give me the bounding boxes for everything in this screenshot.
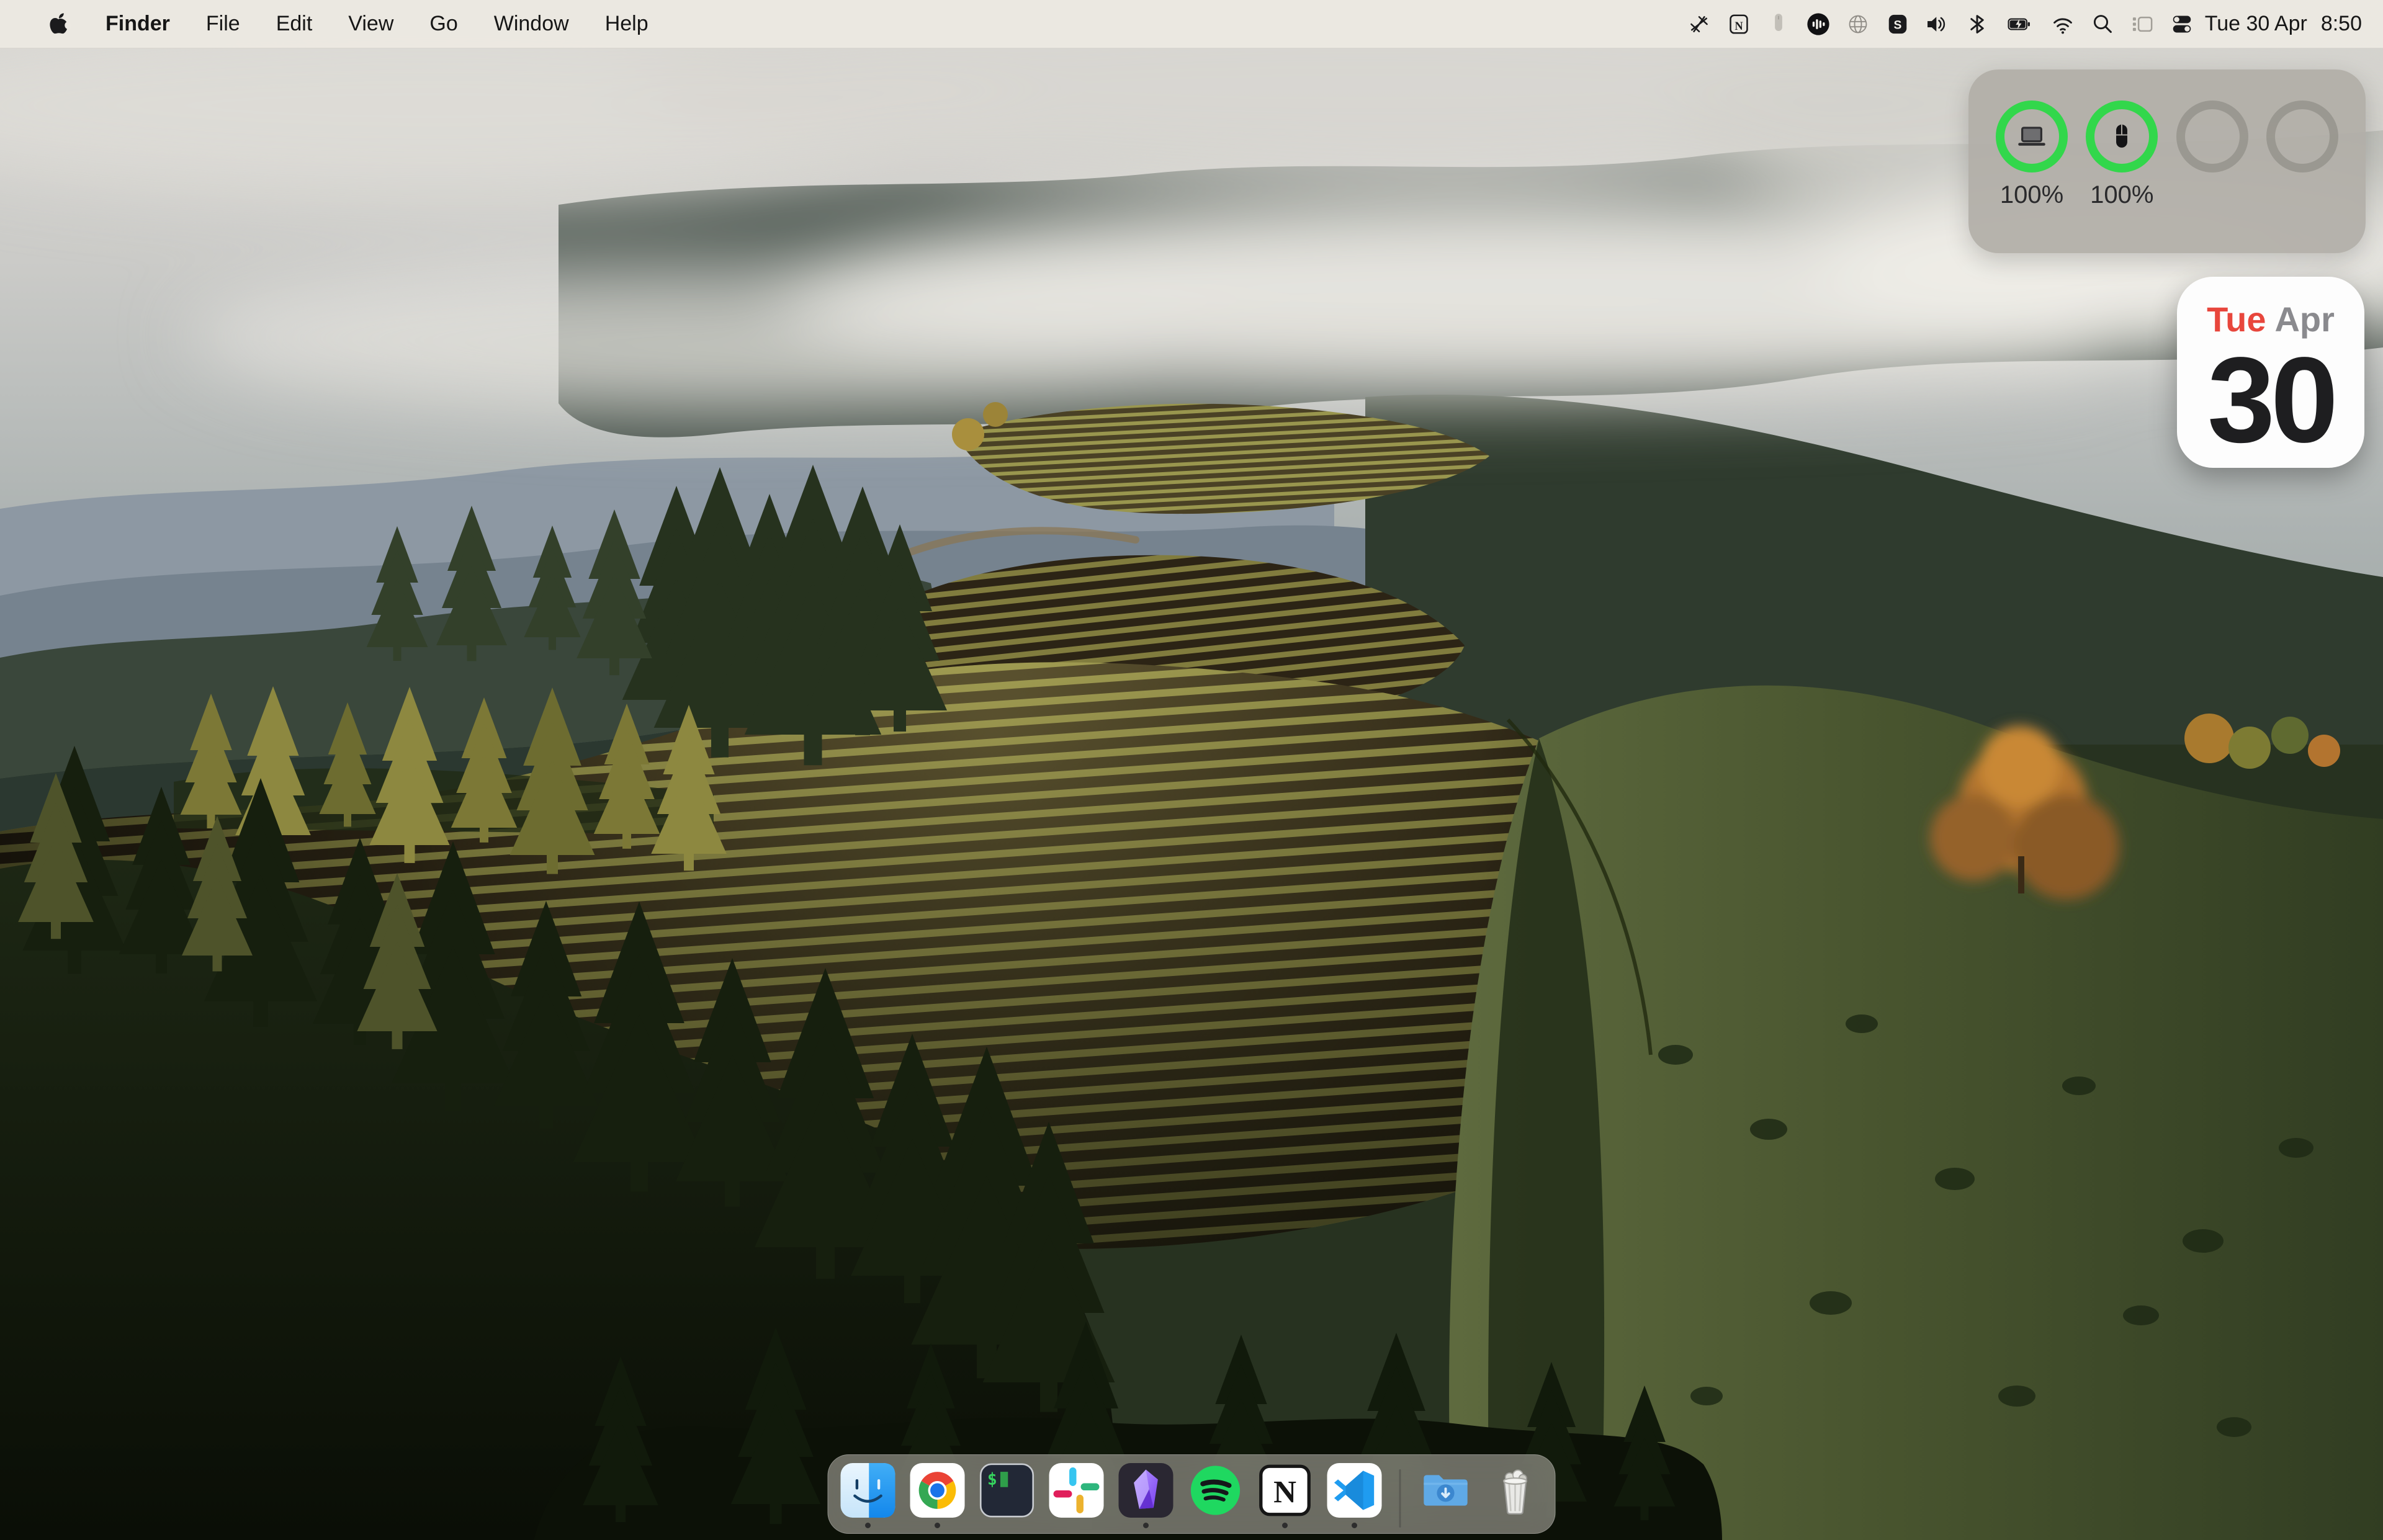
volume-icon[interactable] — [1924, 11, 1950, 37]
calendar-widget[interactable]: TueApr 30 — [2177, 277, 2364, 468]
battery-widget[interactable]: 100% 100% — [1968, 69, 2366, 253]
vscode-icon — [1327, 1463, 1382, 1518]
dock-obsidian[interactable] — [1119, 1463, 1174, 1518]
running-indicator — [1143, 1523, 1149, 1528]
clock-date: Tue 30 Apr — [2205, 12, 2307, 36]
dock-finder[interactable] — [841, 1463, 895, 1518]
svg-text:S: S — [1893, 19, 1901, 32]
battery-slot-empty-1 — [2173, 101, 2252, 253]
control-center-icon[interactable] — [2169, 11, 2195, 37]
menu-edit[interactable]: Edit — [276, 12, 313, 36]
battery-ring-laptop — [1996, 101, 2068, 172]
battery-ring-empty — [2176, 101, 2248, 172]
menu-finder[interactable]: Finder — [105, 12, 170, 36]
slack-icon — [1049, 1463, 1104, 1518]
battery-slot-empty-2 — [2263, 101, 2342, 253]
terminal-icon: $ — [980, 1463, 1034, 1518]
dock-slack[interactable] — [1049, 1463, 1104, 1518]
wifi-icon[interactable] — [2050, 11, 2076, 37]
svg-text:N: N — [1273, 1475, 1296, 1510]
app-menus: Finder File Edit View Go Window Help — [105, 12, 648, 36]
dock-terminal[interactable]: $ — [980, 1463, 1034, 1518]
svg-text:N: N — [1735, 19, 1743, 32]
dock-notion[interactable]: N — [1258, 1463, 1313, 1518]
dock-chrome[interactable] — [910, 1463, 965, 1518]
notion-status-icon[interactable]: N — [1726, 11, 1752, 37]
dock: $ — [828, 1454, 1556, 1534]
calendar-day: 30 — [2177, 339, 2364, 461]
menu-view[interactable]: View — [348, 12, 393, 36]
running-indicator — [935, 1523, 940, 1528]
audio-waveform-icon[interactable] — [1805, 11, 1831, 37]
battery-icon[interactable] — [2004, 11, 2036, 37]
mouse-battery-icon[interactable] — [1766, 11, 1792, 37]
menu-go[interactable]: Go — [429, 12, 457, 36]
dock-trash[interactable] — [1488, 1463, 1543, 1518]
battery-percent-mouse: 100% — [2090, 181, 2153, 209]
obsidian-icon — [1119, 1463, 1174, 1518]
sketch-app-icon[interactable] — [1686, 11, 1712, 37]
finder-icon — [841, 1463, 895, 1518]
svg-text:$: $ — [987, 1470, 997, 1489]
battery-slot-laptop: 100% — [1992, 101, 2071, 253]
menu-window[interactable]: Window — [494, 12, 569, 36]
globe-icon[interactable] — [1845, 11, 1871, 37]
s-app-icon[interactable]: S — [1885, 11, 1911, 37]
dock-downloads[interactable] — [1419, 1463, 1473, 1518]
laptop-icon — [2012, 117, 2052, 156]
battery-percent-laptop: 100% — [2000, 181, 2063, 209]
menu-clock[interactable]: Tue 30 Apr 8:50 — [2205, 12, 2362, 36]
mouse-icon — [2102, 117, 2142, 156]
clock-time: 8:50 — [2321, 12, 2362, 36]
stage-manager-icon[interactable] — [2129, 11, 2155, 37]
battery-slot-mouse: 100% — [2082, 101, 2161, 253]
chrome-icon — [910, 1463, 965, 1518]
spotlight-icon[interactable] — [2089, 11, 2116, 37]
menu-help[interactable]: Help — [605, 12, 648, 36]
trash-full-icon — [1488, 1463, 1543, 1518]
battery-ring-empty — [2266, 101, 2338, 172]
downloads-folder-icon — [1419, 1463, 1473, 1518]
running-indicator — [1352, 1523, 1357, 1528]
spotify-icon — [1188, 1463, 1243, 1518]
bluetooth-icon[interactable] — [1964, 11, 1990, 37]
dock-divider — [1399, 1469, 1401, 1528]
running-indicator — [865, 1523, 871, 1528]
menu-bar: Finder File Edit View Go Window Help N — [0, 0, 2383, 48]
dock-vscode[interactable] — [1327, 1463, 1382, 1518]
desktop: Finder File Edit View Go Window Help N — [0, 0, 2383, 1540]
menu-file[interactable]: File — [206, 12, 240, 36]
status-icons: N S — [1686, 11, 2195, 37]
running-indicator — [1282, 1523, 1288, 1528]
battery-ring-mouse — [2086, 101, 2158, 172]
apple-menu-icon[interactable] — [45, 11, 72, 38]
notion-icon: N — [1258, 1463, 1313, 1518]
dock-spotify[interactable] — [1188, 1463, 1243, 1518]
